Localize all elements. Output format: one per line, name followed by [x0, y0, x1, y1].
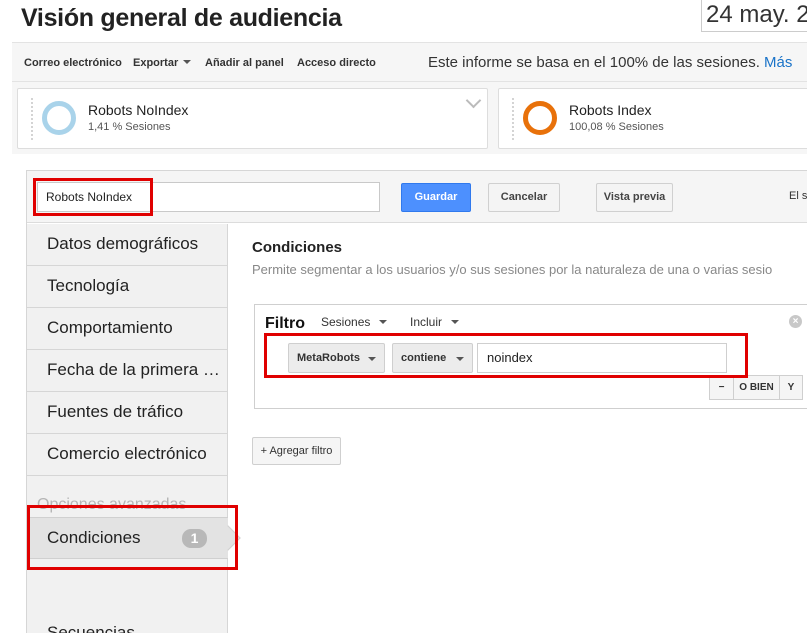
sidebar-item-label: Condiciones: [47, 528, 141, 547]
conditions-title: Condiciones: [252, 239, 343, 256]
scope-select[interactable]: Sesiones: [321, 315, 388, 329]
export-label: Exportar: [133, 57, 179, 69]
sidebar-item-technology[interactable]: Tecnología: [27, 266, 228, 308]
chevron-down-icon: [183, 60, 192, 64]
save-button[interactable]: Guardar: [401, 183, 471, 212]
sidebar-item-behavior[interactable]: Comportamiento: [27, 308, 228, 350]
date-range-picker[interactable]: 24 may. 2: [701, 0, 807, 32]
add-to-panel-button[interactable]: Añadir al panel: [205, 57, 284, 69]
sampling-info-text: Este informe se basa en el 100% de las s…: [428, 54, 760, 71]
remove-condition-button[interactable]: −: [709, 375, 734, 400]
segment-donut-icon: [42, 101, 76, 135]
sidebar-item-first-visit-date[interactable]: Fecha de la primera visita: [27, 350, 228, 392]
header-truncated-text: El s: [789, 190, 807, 202]
sidebar-item-sequences[interactable]: Secuencias: [47, 623, 135, 633]
and-button[interactable]: Y: [779, 375, 803, 400]
operator-dropdown-label: contiene: [401, 352, 447, 364]
scope-select-label: Sesiones: [321, 315, 371, 329]
advanced-options-label: Opciones avanzadas: [37, 496, 187, 513]
sidebar-item-demographics[interactable]: Datos demográficos: [27, 224, 228, 266]
conditions-description: Permite segmentar a los usuarios y/o sus…: [252, 262, 773, 277]
active-pointer: [215, 525, 241, 551]
sidebar-item-ecommerce[interactable]: Comercio electrónico: [27, 434, 228, 476]
segment-donut-icon: [523, 101, 557, 135]
export-button[interactable]: Exportar: [133, 57, 192, 69]
chevron-down-icon[interactable]: [465, 92, 482, 109]
segment-editor-header: Guardar Cancelar Vista previa El s: [27, 171, 807, 223]
conditions-count-badge: 1: [182, 529, 207, 548]
segment-name: Robots NoIndex: [88, 102, 189, 118]
include-select[interactable]: Incluir: [410, 315, 460, 329]
include-select-label: Incluir: [410, 315, 443, 329]
operator-dropdown[interactable]: contiene: [392, 343, 473, 373]
analytics-segment-editor: Visión general de audiencia 24 may. 2 Co…: [0, 0, 807, 633]
or-button[interactable]: O BIEN: [733, 375, 780, 400]
chevron-down-icon: [368, 357, 376, 361]
segment-name-input[interactable]: [37, 182, 380, 212]
segment-sidebar: Datos demográficos Tecnología Comportami…: [27, 224, 241, 633]
close-icon[interactable]: ×: [789, 315, 802, 328]
segment-card-noindex[interactable]: Robots NoIndex 1,41 % Sesiones: [17, 88, 488, 149]
cancel-button[interactable]: Cancelar: [488, 183, 560, 212]
segment-stat: 1,41 % Sesiones: [88, 121, 171, 133]
segment-name: Robots Index: [569, 102, 652, 118]
preview-button[interactable]: Vista previa: [596, 183, 673, 212]
email-button[interactable]: Correo electrónico: [24, 57, 122, 69]
chevron-down-icon: [379, 320, 388, 324]
segment-card-index[interactable]: Robots Index 100,08 % Sesiones: [498, 88, 807, 149]
shortcut-button[interactable]: Acceso directo: [297, 57, 376, 69]
condition-value-input[interactable]: noindex: [477, 343, 727, 373]
filter-box: Filtro Sesiones Incluir × MetaRobots con…: [254, 304, 807, 409]
chevron-down-icon: [456, 357, 464, 361]
sidebar-item-traffic-sources[interactable]: Fuentes de tráfico: [27, 392, 228, 434]
sampling-info: Este informe se basa en el 100% de las s…: [428, 54, 792, 71]
chevron-down-icon: [451, 320, 460, 324]
page-title: Visión general de audiencia: [21, 4, 342, 32]
filter-label: Filtro: [265, 315, 305, 332]
drag-handle-icon[interactable]: [30, 97, 34, 141]
segment-editor-panel: Guardar Cancelar Vista previa El s Datos…: [26, 170, 807, 633]
segment-strip: Robots NoIndex 1,41 % Sesiones Robots In…: [12, 82, 807, 154]
dimension-dropdown[interactable]: MetaRobots: [288, 343, 385, 373]
add-filter-button[interactable]: + Agregar filtro: [252, 437, 341, 465]
sidebar-item-conditions[interactable]: Condiciones 1: [27, 517, 241, 559]
more-link[interactable]: Más: [764, 54, 792, 71]
report-toolbar: Correo electrónico Exportar Añadir al pa…: [12, 42, 807, 82]
dimension-dropdown-label: MetaRobots: [297, 352, 360, 364]
segment-stat: 100,08 % Sesiones: [569, 121, 664, 133]
drag-handle-icon[interactable]: [511, 97, 515, 141]
